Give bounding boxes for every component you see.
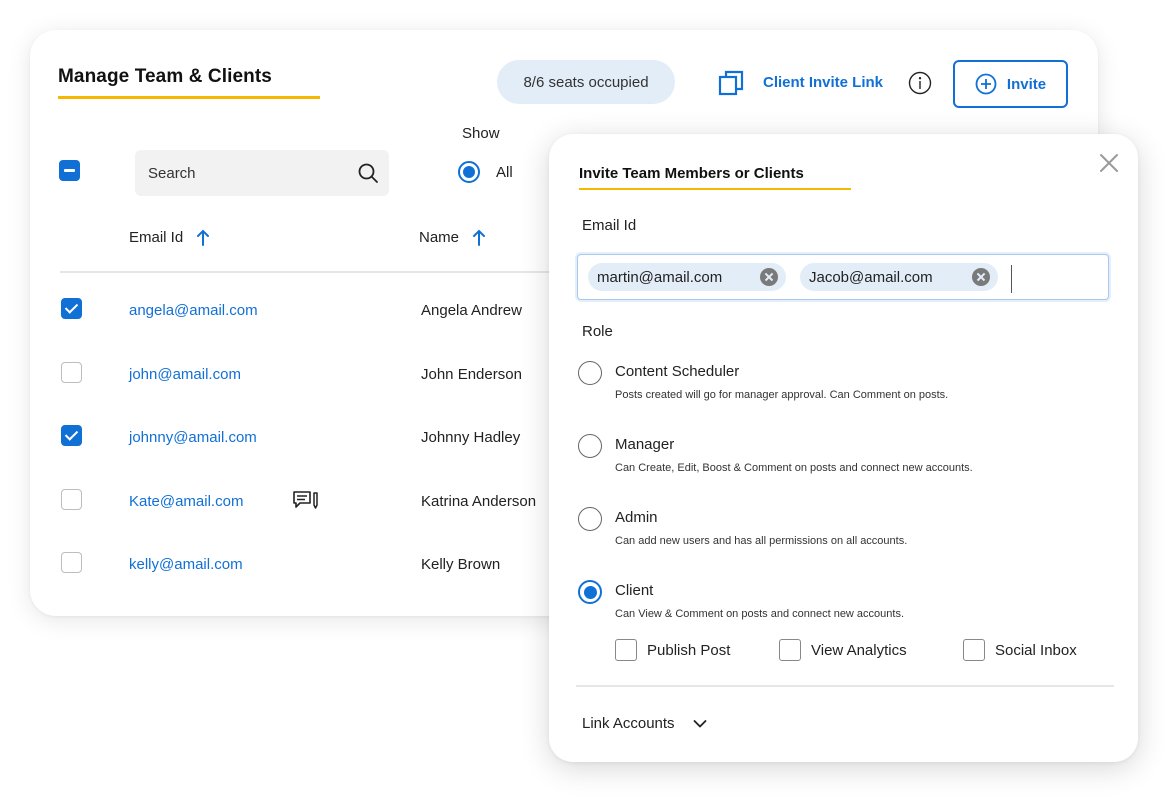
column-header-name[interactable]: Name [419, 228, 487, 246]
link-accounts-toggle[interactable]: Link Accounts [582, 715, 707, 732]
chevron-down-icon[interactable] [693, 719, 707, 729]
role-description: Can Create, Edit, Boost & Comment on pos… [615, 462, 973, 474]
info-icon[interactable] [908, 71, 932, 95]
row-name: Kelly Brown [421, 556, 501, 573]
show-all-label: All [496, 163, 513, 181]
search-box [135, 150, 389, 196]
row-email[interactable]: john@amail.com [129, 366, 241, 383]
role-radio[interactable] [578, 361, 602, 385]
permission-publish-post[interactable]: Publish Post [615, 639, 730, 661]
role-name: Admin [615, 509, 658, 526]
page-title: Manage Team & Clients [58, 66, 272, 87]
role-name: Manager [615, 436, 675, 453]
show-all-radio[interactable] [458, 161, 480, 183]
role-radio[interactable] [578, 434, 602, 458]
copy-icon[interactable] [718, 70, 744, 96]
show-label: Show [462, 125, 500, 142]
permission-label: Publish Post [647, 641, 731, 659]
row-name: Johnny Hadley [421, 429, 521, 446]
title-underline [58, 96, 320, 99]
row-checkbox[interactable] [61, 489, 82, 510]
modal-title: Invite Team Members or Clients [579, 165, 804, 182]
email-chip: martin@amail.com [588, 263, 786, 291]
column-header-email-label: Email Id [129, 228, 184, 246]
chip-remove-icon[interactable] [760, 268, 778, 286]
table-row: angela@amail.com Angela Andrew [30, 280, 550, 340]
permission-checkbox[interactable] [963, 639, 985, 661]
email-chip-label: martin@amail.com [597, 268, 723, 286]
row-email[interactable]: johnny@amail.com [129, 429, 257, 446]
comment-note-icon[interactable] [292, 490, 320, 510]
show-all-option[interactable]: All [458, 161, 513, 183]
seats-badge: 8/6 seats occupied [497, 60, 675, 104]
header-divider [60, 271, 590, 273]
permission-view-analytics[interactable]: View Analytics [779, 639, 907, 661]
role-radio[interactable] [578, 507, 602, 531]
role-description: Can View & Comment on posts and connect … [615, 608, 905, 620]
email-chip: Jacob@amail.com [800, 263, 998, 291]
client-invite-link[interactable]: Client Invite Link [763, 74, 883, 91]
email-chip-label: Jacob@amail.com [809, 268, 933, 286]
role-radio[interactable] [578, 580, 602, 604]
table-row: kelly@amail.com Kelly Brown [30, 534, 550, 594]
email-field[interactable]: martin@amail.com Jacob@amail.com [577, 254, 1109, 300]
row-email[interactable]: angela@amail.com [129, 302, 258, 319]
chip-remove-icon[interactable] [972, 268, 990, 286]
role-label: Role [582, 323, 613, 340]
modal-divider [576, 685, 1114, 687]
email-input[interactable] [1011, 265, 1101, 293]
column-header-email[interactable]: Email Id [129, 228, 211, 246]
row-checkbox[interactable] [61, 298, 82, 319]
table-row: Kate@amail.com Katrina Anderson [30, 471, 550, 531]
arrow-up-icon[interactable] [471, 228, 487, 246]
role-description: Posts created will go for manager approv… [615, 389, 949, 401]
invite-button-label: Invite [1006, 75, 1047, 93]
link-accounts-label: Link Accounts [582, 715, 675, 732]
permission-label: Social Inbox [995, 641, 1077, 659]
search-icon[interactable] [357, 162, 379, 184]
plus-circle-icon [975, 73, 997, 95]
row-name: Angela Andrew [421, 302, 522, 319]
arrow-up-icon[interactable] [195, 228, 211, 246]
role-description: Can add new users and has all permission… [615, 535, 908, 547]
close-icon[interactable] [1099, 153, 1119, 173]
column-header-name-label: Name [419, 228, 460, 246]
role-name: Content Scheduler [615, 363, 740, 380]
select-all-checkbox[interactable] [59, 160, 80, 181]
permission-social-inbox[interactable]: Social Inbox [963, 639, 1077, 661]
table-row: johnny@amail.com Johnny Hadley [30, 407, 550, 467]
modal-title-underline [579, 188, 851, 190]
row-email[interactable]: kelly@amail.com [129, 556, 243, 573]
table-row: john@amail.com John Enderson [30, 344, 550, 404]
invite-button[interactable]: Invite [953, 60, 1068, 108]
permission-checkbox[interactable] [615, 639, 637, 661]
permission-label: View Analytics [811, 641, 907, 659]
email-label: Email Id [582, 217, 637, 234]
invite-modal: Invite Team Members or Clients Email Id … [549, 134, 1138, 762]
row-checkbox[interactable] [61, 425, 82, 446]
role-name: Client [615, 582, 654, 599]
permission-checkbox[interactable] [779, 639, 801, 661]
row-checkbox[interactable] [61, 552, 82, 573]
row-name: Katrina Anderson [421, 493, 537, 510]
row-email[interactable]: Kate@amail.com [129, 493, 243, 510]
search-input[interactable] [148, 164, 357, 182]
row-checkbox[interactable] [61, 362, 82, 383]
row-name: John Enderson [421, 366, 522, 383]
